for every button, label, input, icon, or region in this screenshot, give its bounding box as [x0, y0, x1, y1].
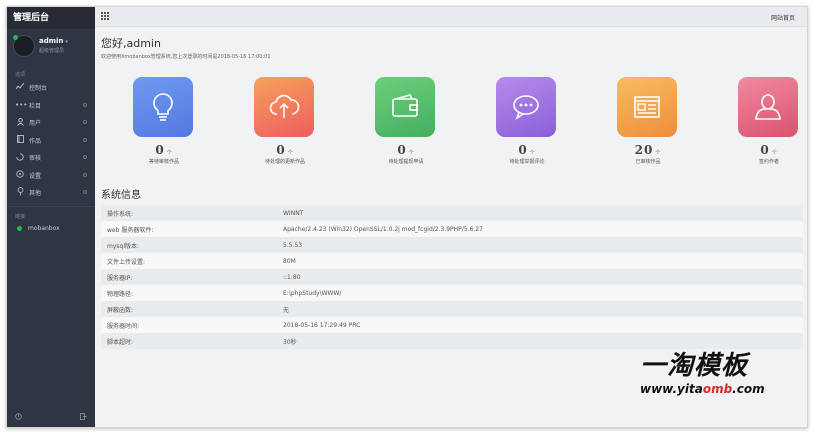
nav-item-label: 控制台: [29, 85, 48, 93]
stat-value: 20: [634, 143, 654, 157]
wallet-icon[interactable]: [375, 77, 435, 137]
table-row: web 服务器软件: Apache/2.4.23 (Win32) OpenSSL/…: [101, 221, 803, 237]
browser-icon[interactable]: [617, 77, 677, 137]
stat-card-withdrawals[interactable]: 0个 待处理提现申请: [375, 77, 437, 165]
stat-unit: 个: [287, 150, 294, 156]
nav-item-review[interactable]: 审核: [7, 149, 95, 167]
stat-value: 0: [760, 143, 770, 157]
nav-item-works[interactable]: 作品: [7, 132, 95, 150]
book-icon: [15, 135, 25, 145]
sidebar: 管理后台 admin ▾ 超级管理员 选项 控制台 ••• 栏目 用户 作品 审…: [7, 7, 95, 427]
link-item-label: mobanbox: [28, 225, 60, 232]
caret-down-icon[interactable]: ▾: [65, 39, 68, 45]
user-panel[interactable]: admin ▾ 超级管理员: [7, 29, 95, 65]
expand-indicator-icon: [83, 155, 87, 159]
user-name: admin: [39, 37, 64, 45]
expand-indicator-icon: [83, 102, 87, 107]
stat-unit: 个: [408, 150, 415, 156]
stat-card-reports[interactable]: 0个 待处理举报评论: [496, 77, 558, 165]
user-icon: [15, 117, 25, 128]
nav-item-label: 作品: [29, 137, 42, 145]
person-icon[interactable]: [738, 77, 798, 137]
nav-item-column[interactable]: ••• 栏目: [7, 97, 95, 115]
dots-icon: •••: [15, 101, 28, 110]
watermark-text: 一淘模板: [640, 351, 749, 381]
table-row: 屏蔽函数: 无: [101, 301, 803, 317]
stat-label: 已审核作品: [635, 159, 661, 165]
stat-value: 0: [276, 143, 286, 157]
system-info-title: 系统信息: [101, 190, 141, 201]
table-row: mysql版本: 5.5.53: [101, 237, 803, 253]
nav-item-console[interactable]: 控制台: [7, 79, 95, 97]
stat-value: 0: [155, 143, 165, 157]
stat-card-pending-updates[interactable]: 0个 待处理的更新作品: [254, 77, 316, 165]
cloud-upload-icon[interactable]: [254, 77, 314, 137]
settings-icon: [15, 170, 25, 180]
power-icon[interactable]: [15, 412, 22, 422]
stat-card-signed-authors[interactable]: 0个 签约作者: [738, 77, 800, 165]
stat-unit: 个: [529, 150, 536, 156]
expand-indicator-icon: [83, 172, 87, 177]
nav-item-label: 审核: [29, 155, 42, 163]
link-dot-icon: [17, 226, 22, 231]
watermark-logo: 一淘模板 www.yitaomb.com: [640, 345, 775, 397]
app-window: 管理后台 admin ▾ 超级管理员 选项 控制台 ••• 栏目 用户 作品 审…: [6, 6, 808, 428]
link-item-mobanbox[interactable]: mobanbox: [7, 221, 95, 237]
bulb-icon[interactable]: [133, 77, 193, 137]
stat-label: 待处理的更新作品: [264, 159, 305, 165]
nav-section-label: 选项: [15, 72, 26, 78]
grid-menu-icon[interactable]: [101, 12, 109, 22]
expand-indicator-icon: [83, 120, 87, 124]
sidebar-footer: [7, 407, 95, 427]
stat-unit: 个: [166, 150, 173, 156]
stat-label: 等待审核作品: [148, 159, 179, 165]
watermark-url: www.yitaomb.com: [640, 382, 765, 396]
stat-value: 0: [397, 143, 407, 157]
nav-item-settings[interactable]: 设置: [7, 167, 95, 185]
system-info-table: 操作系统: WINNT web 服务器软件: Apache/2.4.23 (Win3…: [101, 205, 803, 349]
location-icon: [15, 187, 25, 198]
table-row: 服务器IP:::1:80: [101, 269, 803, 285]
stat-value: 0: [518, 143, 528, 157]
nav-item-label: 设置: [29, 172, 42, 180]
stat-unit: 个: [771, 150, 778, 156]
expand-indicator-icon: [83, 137, 87, 142]
stat-label: 待处理举报评论: [509, 159, 545, 165]
stat-label: 待处理提现申请: [388, 159, 424, 165]
nav-item-users[interactable]: 用户: [7, 114, 95, 132]
nav-item-label: 栏目: [29, 102, 42, 110]
online-status-icon: [13, 35, 18, 40]
table-row: 物理路径: E:\phpStudy\WWW/: [101, 285, 803, 301]
nav-item-label: 其他: [29, 190, 42, 198]
expand-indicator-icon: [83, 190, 87, 194]
stat-unit: 个: [655, 150, 662, 156]
nav-item-other[interactable]: 其他: [7, 184, 95, 202]
chat-icon[interactable]: [496, 77, 556, 137]
stat-label: 签约作者: [758, 159, 779, 165]
table-row: 文件上传设置: 80M: [101, 253, 803, 269]
app-title: 管理后台: [7, 7, 95, 29]
table-row: 服务器时间: 2018-05-16 17:29:49 PRC: [101, 317, 803, 333]
stat-card-pending-review[interactable]: 0个 等待审核作品: [133, 77, 195, 165]
chart-line-icon: [15, 82, 25, 92]
greeting: 您好,admin: [101, 37, 161, 50]
welcome-message: 欢迎使用Xmobanbox管理系统,您上次登录的时间是2018-05-16 17…: [101, 54, 271, 60]
nav-item-label: 用户: [29, 120, 42, 128]
table-row: 操作系统: WINNT: [101, 205, 803, 221]
spinner-icon: [15, 153, 25, 163]
links-section-label: 链接: [15, 213, 26, 220]
stat-card-reviewed[interactable]: 20 个 已审核作品: [617, 77, 679, 165]
top-bar: 网站首页: [95, 7, 807, 27]
user-role: 超级管理员: [39, 48, 65, 54]
logout-icon[interactable]: [80, 412, 87, 422]
main-content: 网站首页 您好,admin 欢迎使用Xmobanbox管理系统,您上次登录的时间…: [95, 7, 807, 427]
website-home-link[interactable]: 网站首页: [771, 13, 795, 22]
